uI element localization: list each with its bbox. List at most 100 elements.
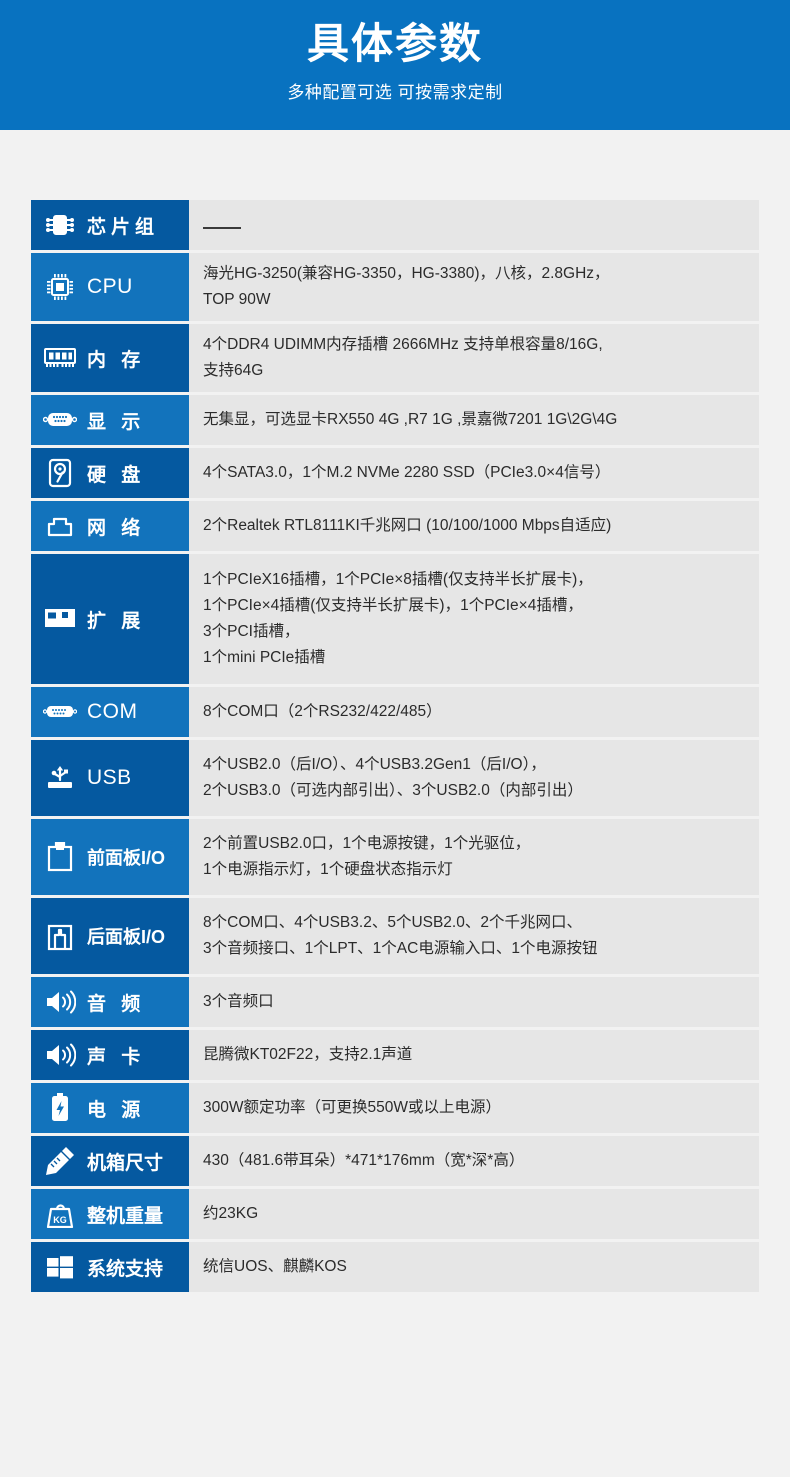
spec-value-line: 统信UOS、麒麟KOS xyxy=(203,1258,347,1275)
spec-value-line: 支持64G xyxy=(203,362,264,379)
spec-label-text: 前面板I/O xyxy=(87,848,166,868)
spec-value-line: 3个音频接口、1个LPT、1个AC电源输入口、1个电源按钮 xyxy=(203,940,598,957)
spec-value-cell xyxy=(189,200,759,250)
spec-label-cell: 显 示 xyxy=(31,395,189,445)
spec-row: COM 8个COM口（2个RS232/422/485） xyxy=(31,687,759,737)
speaker-icon xyxy=(43,1040,77,1070)
spec-value-cell: 4个SATA3.0，1个M.2 NVMe 2280 SSD（PCIe3.0×4信… xyxy=(189,448,759,498)
spec-label-text: 机箱尺寸 xyxy=(87,1152,164,1174)
harddisk-icon xyxy=(43,458,77,488)
spec-label-text: 系统支持 xyxy=(87,1258,164,1280)
spec-row: 前面板I/O 2个前置USB2.0口，1个电源按键，1个光驱位， 1个电源指示灯，1… xyxy=(31,819,759,895)
spec-label-text: 显 示 xyxy=(87,411,146,433)
battery-power-icon xyxy=(43,1093,77,1123)
vga-display-icon xyxy=(43,405,77,435)
spec-value-cell: 无集显，可选显卡RX550 4G ,R7 1G ,景嘉微7201 1G\2G\4… xyxy=(189,395,759,445)
spec-value-line: 2个Realtek RTL8111KI千兆网口 (10/100/1000 Mbp… xyxy=(203,517,612,534)
spec-label-text: 音 频 xyxy=(87,993,146,1015)
spec-label-cell: 电 源 xyxy=(31,1083,189,1133)
page-subtitle: 多种配置可选 可按需求定制 xyxy=(287,83,503,102)
spec-value-line: 1个PCIe×4插槽(仅支持半长扩展卡)，1个PCIe×4插槽， xyxy=(203,597,583,614)
spec-value-cell: 昆腾微KT02F22，支持2.1声道 xyxy=(189,1030,759,1080)
spec-value-cell: 海光HG-3250(兼容HG-3350，HG-3380)，八核，2.8GHz， T… xyxy=(189,253,759,321)
spec-label-cell: 声 卡 xyxy=(31,1030,189,1080)
spec-value-line: 1个PCIeX16插槽，1个PCIe×8插槽(仅支持半长扩展卡)， xyxy=(203,571,593,588)
rear-panel-icon xyxy=(43,921,77,951)
spec-value-line: 4个SATA3.0，1个M.2 NVMe 2280 SSD（PCIe3.0×4信… xyxy=(203,464,611,481)
network-icon xyxy=(43,511,77,541)
spec-label-cell: 机箱尺寸 xyxy=(31,1136,189,1186)
spec-value-line: 1个mini PCIe插槽 xyxy=(203,649,326,666)
spec-row: 芯片组 xyxy=(31,200,759,250)
spec-label-cell: COM xyxy=(31,687,189,737)
spec-label-cell: 扩 展 xyxy=(31,554,189,684)
spec-value-cell: 约23KG xyxy=(189,1189,759,1239)
spec-row: 硬 盘 4个SATA3.0，1个M.2 NVMe 2280 SSD（PCIe3.0… xyxy=(31,448,759,498)
spec-table: 芯片组 CPU 海光HG-3250(兼容HG-3350，HG-3380)，八核，2… xyxy=(31,200,759,1292)
spec-row: CPU 海光HG-3250(兼容HG-3350，HG-3380)，八核，2.8GH… xyxy=(31,253,759,321)
page-banner: 具体参数 多种配置可选 可按需求定制 xyxy=(0,0,790,130)
spec-label-text: 声 卡 xyxy=(87,1046,146,1068)
spec-value-line: TOP 90W xyxy=(203,291,271,308)
spec-label-text: CPU xyxy=(87,275,133,298)
spec-row: USB 4个USB2.0（后I/O）、4个USB3.2Gen1（后I/O）， 2个U… xyxy=(31,740,759,816)
spec-row: 扩 展 1个PCIeX16插槽，1个PCIe×8插槽(仅支持半长扩展卡)， 1个PC… xyxy=(31,554,759,684)
spec-label-cell: 音 频 xyxy=(31,977,189,1027)
speaker-icon xyxy=(43,987,77,1017)
spec-row: KG 整机重量 约23KG xyxy=(31,1189,759,1239)
front-panel-icon xyxy=(43,842,77,872)
spec-label-cell: 系统支持 xyxy=(31,1242,189,1292)
spec-label-text: 内 存 xyxy=(87,349,146,371)
spec-value-cell: 4个USB2.0（后I/O）、4个USB3.2Gen1（后I/O）， 2个USB3… xyxy=(189,740,759,816)
spec-label-cell: 内 存 xyxy=(31,324,189,392)
spec-label-cell: USB xyxy=(31,740,189,816)
spec-value-line: 约23KG xyxy=(203,1205,259,1222)
spec-label-text: 硬 盘 xyxy=(87,464,146,486)
spec-row: 声 卡 昆腾微KT02F22，支持2.1声道 xyxy=(31,1030,759,1080)
spec-value-cell: 4个DDR4 UDIMM内存插槽 2666MHz 支持单根容量8/16G, 支持6… xyxy=(189,324,759,392)
table-area: 芯片组 CPU 海光HG-3250(兼容HG-3350，HG-3380)，八核，2… xyxy=(0,130,790,1477)
spec-label-cell: 网 络 xyxy=(31,501,189,551)
spec-label-text: 后面板I/O xyxy=(87,927,166,947)
spec-value-cell: 8个COM口、4个USB3.2、5个USB2.0、2个千兆网口、 3个音频接口、1… xyxy=(189,898,759,974)
spec-value-line: 2个前置USB2.0口，1个电源按键，1个光驱位， xyxy=(203,835,531,852)
cpu-icon xyxy=(43,272,77,302)
spec-value-cell: 统信UOS、麒麟KOS xyxy=(189,1242,759,1292)
spec-value-cell: 8个COM口（2个RS232/422/485） xyxy=(189,687,759,737)
windows-os-icon xyxy=(43,1252,77,1282)
spec-value-cell: 300W额定功率（可更换550W或以上电源） xyxy=(189,1083,759,1133)
spec-value-cell: 430（481.6带耳朵）*471*176mm（宽*深*高） xyxy=(189,1136,759,1186)
spec-label-cell: 芯片组 xyxy=(31,200,189,250)
spec-label-cell: 硬 盘 xyxy=(31,448,189,498)
spec-sheet-page: 具体参数 多种配置可选 可按需求定制 芯片组 CPU 海光HG-3250(兼容HG… xyxy=(0,0,790,1477)
expansion-card-icon xyxy=(43,604,77,634)
svg-text:KG: KG xyxy=(53,1215,67,1225)
spec-row: 系统支持 统信UOS、麒麟KOS xyxy=(31,1242,759,1292)
spec-value-line: 300W额定功率（可更换550W或以上电源） xyxy=(203,1099,501,1116)
spec-row: 电 源 300W额定功率（可更换550W或以上电源） xyxy=(31,1083,759,1133)
spec-value-line: 2个USB3.0（可选内部引出）、3个USB2.0（内部引出） xyxy=(203,782,583,799)
spec-label-text: USB xyxy=(87,766,132,789)
spec-row: 机箱尺寸 430（481.6带耳朵）*471*176mm（宽*深*高） xyxy=(31,1136,759,1186)
spec-label-cell: 前面板I/O xyxy=(31,819,189,895)
spec-label-text: 网 络 xyxy=(87,517,146,539)
spec-value-line: 无集显，可选显卡RX550 4G ,R7 1G ,景嘉微7201 1G\2G\4… xyxy=(203,411,618,428)
spec-value-line: 3个音频口 xyxy=(203,993,274,1010)
spec-row: 内 存 4个DDR4 UDIMM内存插槽 2666MHz 支持单根容量8/16G,… xyxy=(31,324,759,392)
spec-label-cell: CPU xyxy=(31,253,189,321)
spec-value-line: 昆腾微KT02F22，支持2.1声道 xyxy=(203,1046,413,1063)
spec-row: 显 示 无集显，可选显卡RX550 4G ,R7 1G ,景嘉微7201 1G\2… xyxy=(31,395,759,445)
ruler-pencil-icon xyxy=(43,1146,77,1176)
spec-label-cell: KG 整机重量 xyxy=(31,1189,189,1239)
spec-value-line: 4个DDR4 UDIMM内存插槽 2666MHz 支持单根容量8/16G, xyxy=(203,336,603,353)
spec-value-line: 8个COM口（2个RS232/422/485） xyxy=(203,703,442,720)
spec-label-text: COM xyxy=(87,700,138,723)
spec-label-text: 芯片组 xyxy=(87,216,160,238)
usb-icon xyxy=(43,763,77,793)
spec-value-line: 1个电源指示灯，1个硬盘状态指示灯 xyxy=(203,861,453,878)
spec-value-line: 海光HG-3250(兼容HG-3350，HG-3380)，八核，2.8GHz， xyxy=(203,265,610,282)
spec-value-line: 8个COM口、4个USB3.2、5个USB2.0、2个千兆网口、 xyxy=(203,914,582,931)
spec-value-cell: 2个Realtek RTL8111KI千兆网口 (10/100/1000 Mbp… xyxy=(189,501,759,551)
spec-row: 后面板I/O 8个COM口、4个USB3.2、5个USB2.0、2个千兆网口、 3个… xyxy=(31,898,759,974)
page-title: 具体参数 xyxy=(306,20,483,67)
